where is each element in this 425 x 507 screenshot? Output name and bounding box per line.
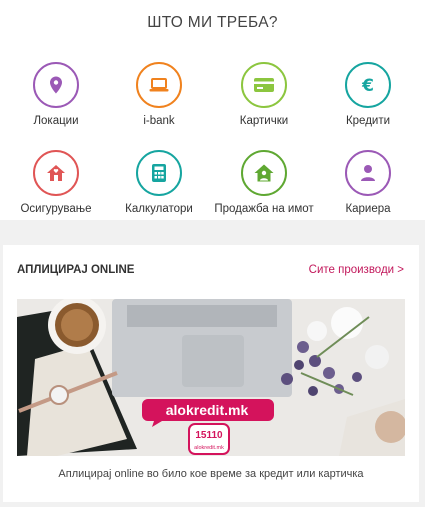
service-label: Калкулатори — [125, 203, 193, 215]
apply-online-caption: Аплицирај online во било кое време за кр… — [58, 468, 364, 480]
svg-text:€: € — [361, 76, 374, 95]
apply-online-banner[interactable]: alokredit.mk 15110 alokredit.mk — [17, 299, 405, 456]
euro-icon: € — [345, 62, 391, 108]
map-pin-icon — [33, 62, 79, 108]
laptop-icon — [136, 62, 182, 108]
banner-phone-site: alokredit.mk — [194, 445, 224, 451]
credit-card-icon — [241, 62, 287, 108]
service-loans[interactable]: € Кредити — [315, 62, 421, 127]
service-label: Локации — [33, 115, 79, 127]
service-calculators[interactable]: Калкулатори — [106, 150, 212, 215]
services-grid: Локации i-bank Картички € Кредити Осигур… — [0, 62, 425, 215]
house-person-icon — [241, 150, 287, 196]
service-label: Продажба на имот — [214, 203, 314, 215]
service-property-sale[interactable]: Продажба на имот — [211, 150, 317, 215]
service-cards[interactable]: Картички — [211, 62, 317, 127]
house-icon — [33, 150, 79, 196]
service-career[interactable]: Кариера — [315, 150, 421, 215]
apply-online-panel: АПЛИЦИРАЈ ONLINE Сите производи > alokre… — [3, 245, 419, 502]
watch-shape — [49, 385, 69, 405]
service-label: Осигурување — [20, 203, 92, 215]
person-icon — [345, 150, 391, 196]
service-label: Картички — [239, 115, 289, 127]
section-title: ШТО МИ ТРЕБА? — [147, 14, 278, 31]
banner-phone: 15110 — [195, 430, 223, 441]
banner-brand: alokredit.mk — [166, 402, 249, 418]
banner-image: alokredit.mk 15110 alokredit.mk — [17, 299, 405, 456]
calculator-icon — [136, 150, 182, 196]
needs-section: ШТО МИ ТРЕБА? Локации i-bank Картички € … — [0, 0, 425, 220]
all-products-link[interactable]: Сите производи > — [309, 264, 404, 276]
service-label: Кредити — [345, 115, 391, 127]
service-label: Кариера — [345, 203, 391, 215]
service-ibank[interactable]: i-bank — [106, 62, 212, 127]
service-insurance[interactable]: Осигурување — [3, 150, 109, 215]
service-locations[interactable]: Локации — [3, 62, 109, 127]
apply-online-title: АПЛИЦИРАЈ ONLINE — [17, 264, 135, 276]
service-label: i-bank — [143, 115, 175, 127]
